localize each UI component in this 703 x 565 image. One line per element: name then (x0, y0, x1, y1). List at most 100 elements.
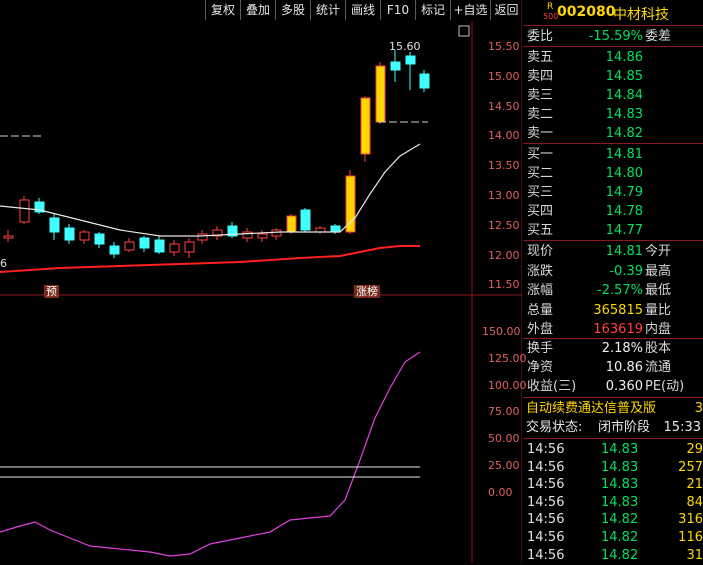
tick-time: 14:56 (527, 459, 565, 475)
quote-label: 最高 (645, 263, 672, 279)
price-axis-label: 12.00 (488, 248, 520, 262)
quote-value: 2.18% (601, 341, 643, 356)
stat-row: 现价 14.81 今开 (523, 242, 703, 261)
stock-logo-letter: R (547, 2, 554, 12)
candle-body (345, 175, 356, 233)
tick-volume: 257 (678, 459, 703, 475)
tick-row: 14:56 14.83 29 (523, 440, 703, 459)
price-axis-label: 13.50 (488, 159, 520, 173)
quote-label: 净资 (527, 360, 554, 375)
quote-panel: R 500 002080 中材科技 委比 -15.59% 委差 卖五 14.86 卖… (523, 0, 703, 563)
price-axis-label: 15.00 (488, 69, 520, 83)
quote-label: 换手 (527, 341, 554, 356)
quote-label: 外盘 (527, 322, 554, 337)
fundamental-row: 收益(三) 0.360 PE(动) (523, 377, 703, 396)
sell-level-row: 卖三 14.84 (523, 86, 703, 105)
tick-time: 14:56 (527, 530, 565, 545)
candlestick-chart[interactable] (0, 0, 522, 563)
quote-value: 14.78 (605, 204, 643, 219)
quote-value: 14.81 (605, 244, 643, 259)
quote-value: 14.82 (605, 126, 643, 141)
tick-volume: 84 (686, 494, 703, 510)
quote-value: 14.81 (605, 147, 643, 162)
quote-label: 收益(三) (527, 379, 577, 394)
tick-row: 14:56 14.82 316 (523, 510, 703, 529)
stat-row: 涨跌 -0.39 最高 (523, 262, 703, 281)
banner-tail: 3 (694, 401, 703, 416)
quote-label: 买五 (527, 223, 554, 238)
renewal-banner[interactable]: 自动续费通达信普及版 3 (523, 399, 703, 418)
tick-volume: 316 (678, 512, 703, 528)
tick-price: 14.82 (601, 512, 639, 528)
candle-body (390, 61, 401, 71)
tick-row: 14:56 14.83 257 (523, 458, 703, 477)
buy-level-row: 买五 14.77 (523, 221, 703, 240)
long-moving-average-line (0, 245, 420, 273)
buy-level-row: 买一 14.81 (523, 145, 703, 164)
stock-logo-number: 500 (543, 12, 559, 21)
oscillator-axis-label: 50.00 (488, 432, 520, 446)
tick-row: 14:56 14.83 21 (523, 475, 703, 494)
status-value: 闭市阶段 (598, 420, 651, 435)
banner-text: 自动续费通达信普及版 (526, 401, 657, 416)
quote-value: 14.85 (605, 69, 643, 84)
stock-name: 中材科技 (613, 7, 669, 23)
buy-level-row: 买三 14.79 (523, 183, 703, 202)
price-axis-label: 14.50 (488, 99, 520, 113)
stat-row: 外盘 163619 内盘 (523, 320, 703, 339)
tick-volume: 21 (686, 477, 703, 493)
oscillator-axis-label: 100.00 (488, 378, 527, 392)
candle-body (419, 73, 430, 89)
price-axis-label: 13.00 (488, 189, 520, 202)
quote-value: 14.86 (605, 50, 643, 65)
tick-time: 14:56 (527, 547, 565, 563)
stock-code: 002080 (557, 4, 616, 20)
quote-label: 股本 (645, 341, 672, 356)
sell-level-row: 卖一 14.82 (523, 124, 703, 143)
quote-value: 163619 (593, 322, 643, 337)
tick-volume: 29 (686, 442, 703, 457)
tick-time: 14:56 (527, 512, 565, 528)
stat-row: 总量 365815 量比 (523, 301, 703, 320)
sell-level-row: 卖四 14.85 (523, 67, 703, 86)
fundamental-row: 换手 2.18% 股本 (523, 339, 703, 358)
oscillator-axis-label: 25.00 (488, 459, 520, 472)
event-badge[interactable]: 涨榜 (354, 285, 380, 298)
tick-price: 14.82 (601, 547, 639, 563)
candle-body (286, 215, 297, 233)
settings-icon[interactable] (458, 25, 470, 37)
candle-body (330, 225, 341, 233)
candle-body (49, 217, 60, 233)
tick-price: 14.83 (601, 477, 639, 493)
status-time: 15:33 (663, 420, 701, 435)
candle-body (94, 233, 105, 245)
candle-body (64, 227, 75, 241)
trade-status-row: 交易状态: 闭市阶段 15:33 (523, 418, 703, 437)
quote-label: 现价 (527, 244, 554, 259)
buy-level-row: 买四 14.78 (523, 202, 703, 221)
quote-label: 今开 (645, 244, 672, 259)
quote-value: 10.86 (605, 360, 643, 375)
candle-body (124, 241, 135, 251)
oscillator-axis-label: 75.00 (488, 405, 520, 419)
left-edge-label: 6 (0, 257, 7, 270)
event-badge[interactable]: 预 (44, 285, 59, 298)
quote-label: 总量 (527, 302, 554, 318)
tick-time: 14:56 (527, 477, 565, 493)
tick-price: 14.83 (601, 442, 639, 457)
candle-body (109, 245, 120, 255)
price-axis-label: 15.50 (488, 40, 520, 53)
candle-body (360, 97, 371, 155)
candle-body (405, 55, 416, 65)
weibi-value: -15.59% (588, 29, 643, 44)
price-axis-label: 12.50 (488, 218, 520, 232)
quote-label: 买三 (527, 185, 554, 200)
moving-average-line (0, 143, 421, 237)
quote-value: 0.360 (605, 379, 643, 394)
oscillator-line (0, 351, 421, 557)
quote-label: 涨跌 (527, 263, 554, 279)
candle-body (184, 241, 195, 253)
quote-value: 14.83 (605, 107, 643, 122)
weibi-label: 委比 (527, 29, 554, 44)
candle-body (300, 209, 311, 231)
